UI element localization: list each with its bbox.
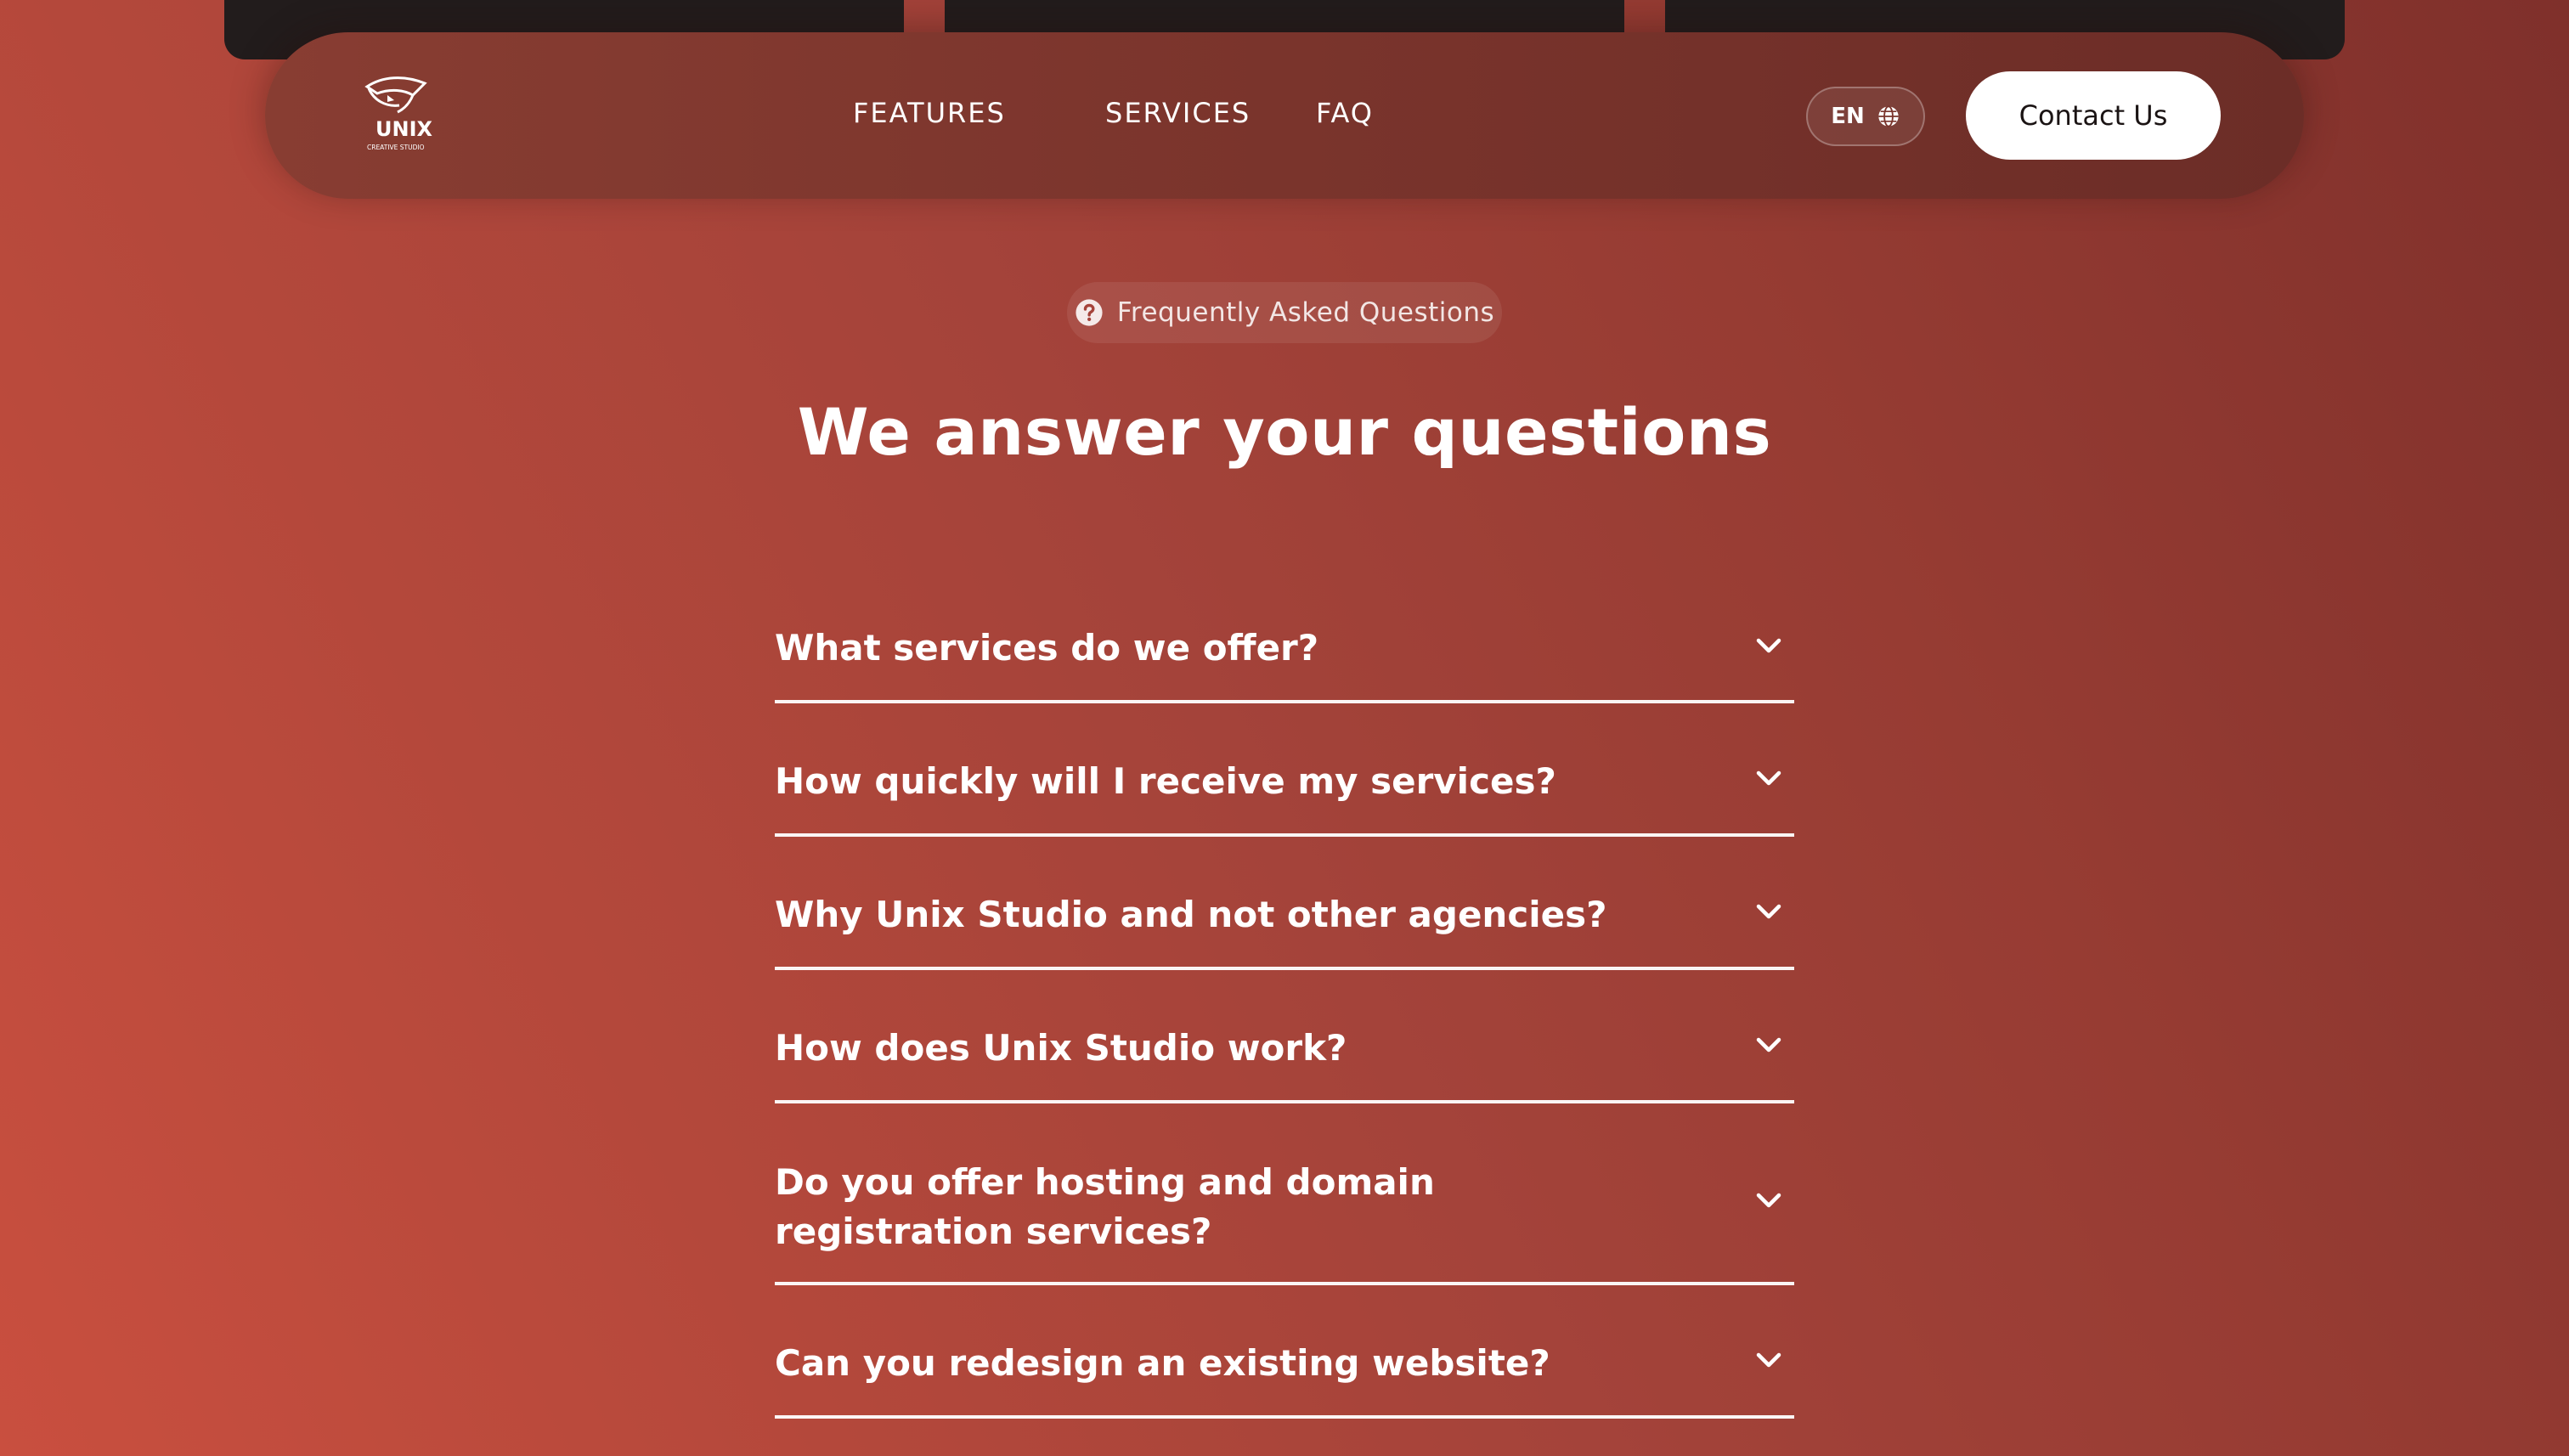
faq-question: How does Unix Studio work?: [775, 1027, 1347, 1069]
contact-us-button[interactable]: Contact Us: [1966, 71, 2221, 160]
chevron-down-icon: [1753, 630, 1784, 661]
globe-icon: [1877, 104, 1900, 128]
logo-tagline: CREATIVE STUDIO: [367, 144, 425, 151]
faq-accordion: What services do we offer? How quickly w…: [775, 586, 1794, 1419]
faq-badge: Frequently Asked Questions: [1067, 282, 1502, 343]
chevron-down-icon: [1753, 1185, 1784, 1216]
chevron-down-icon: [1753, 763, 1784, 793]
navbar: UNIX CREATIVE STUDIO FEATURES SERVICES F…: [265, 32, 2304, 199]
faq-item[interactable]: What services do we offer?: [775, 586, 1794, 703]
nav-link-faq[interactable]: FAQ: [1316, 97, 1374, 129]
faq-question: What services do we offer?: [775, 627, 1319, 669]
faq-question: Can you redesign an existing website?: [775, 1342, 1550, 1384]
faq-item[interactable]: Do you offer hosting and domain registra…: [775, 1103, 1794, 1285]
faq-headline: We answer your questions: [797, 394, 1772, 470]
language-selector[interactable]: EN: [1806, 87, 1925, 146]
unix-creative-studio-logo-icon: UNIX CREATIVE STUDIO: [364, 76, 433, 151]
faq-item[interactable]: How quickly will I receive my services?: [775, 703, 1794, 837]
nav-link-features[interactable]: FEATURES: [853, 97, 1006, 129]
logo-brand: UNIX: [375, 117, 433, 141]
question-circle-icon: [1075, 298, 1104, 327]
faq-badge-label: Frequently Asked Questions: [1116, 297, 1495, 328]
faq-question: Why Unix Studio and not other agencies?: [775, 894, 1607, 935]
faq-question: How quickly will I receive my services?: [775, 760, 1556, 802]
faq-item[interactable]: Why Unix Studio and not other agencies?: [775, 837, 1794, 970]
language-label: EN: [1831, 104, 1865, 129]
faq-item[interactable]: How does Unix Studio work?: [775, 970, 1794, 1103]
chevron-down-icon: [1753, 896, 1784, 927]
logo[interactable]: UNIX CREATIVE STUDIO: [357, 71, 433, 156]
nav-link-services[interactable]: SERVICES: [1105, 97, 1251, 129]
faq-item[interactable]: Can you redesign an existing website?: [775, 1285, 1794, 1419]
chevron-down-icon: [1753, 1030, 1784, 1060]
chevron-down-icon: [1753, 1345, 1784, 1375]
faq-question: Do you offer hosting and domain registra…: [775, 1161, 1435, 1252]
